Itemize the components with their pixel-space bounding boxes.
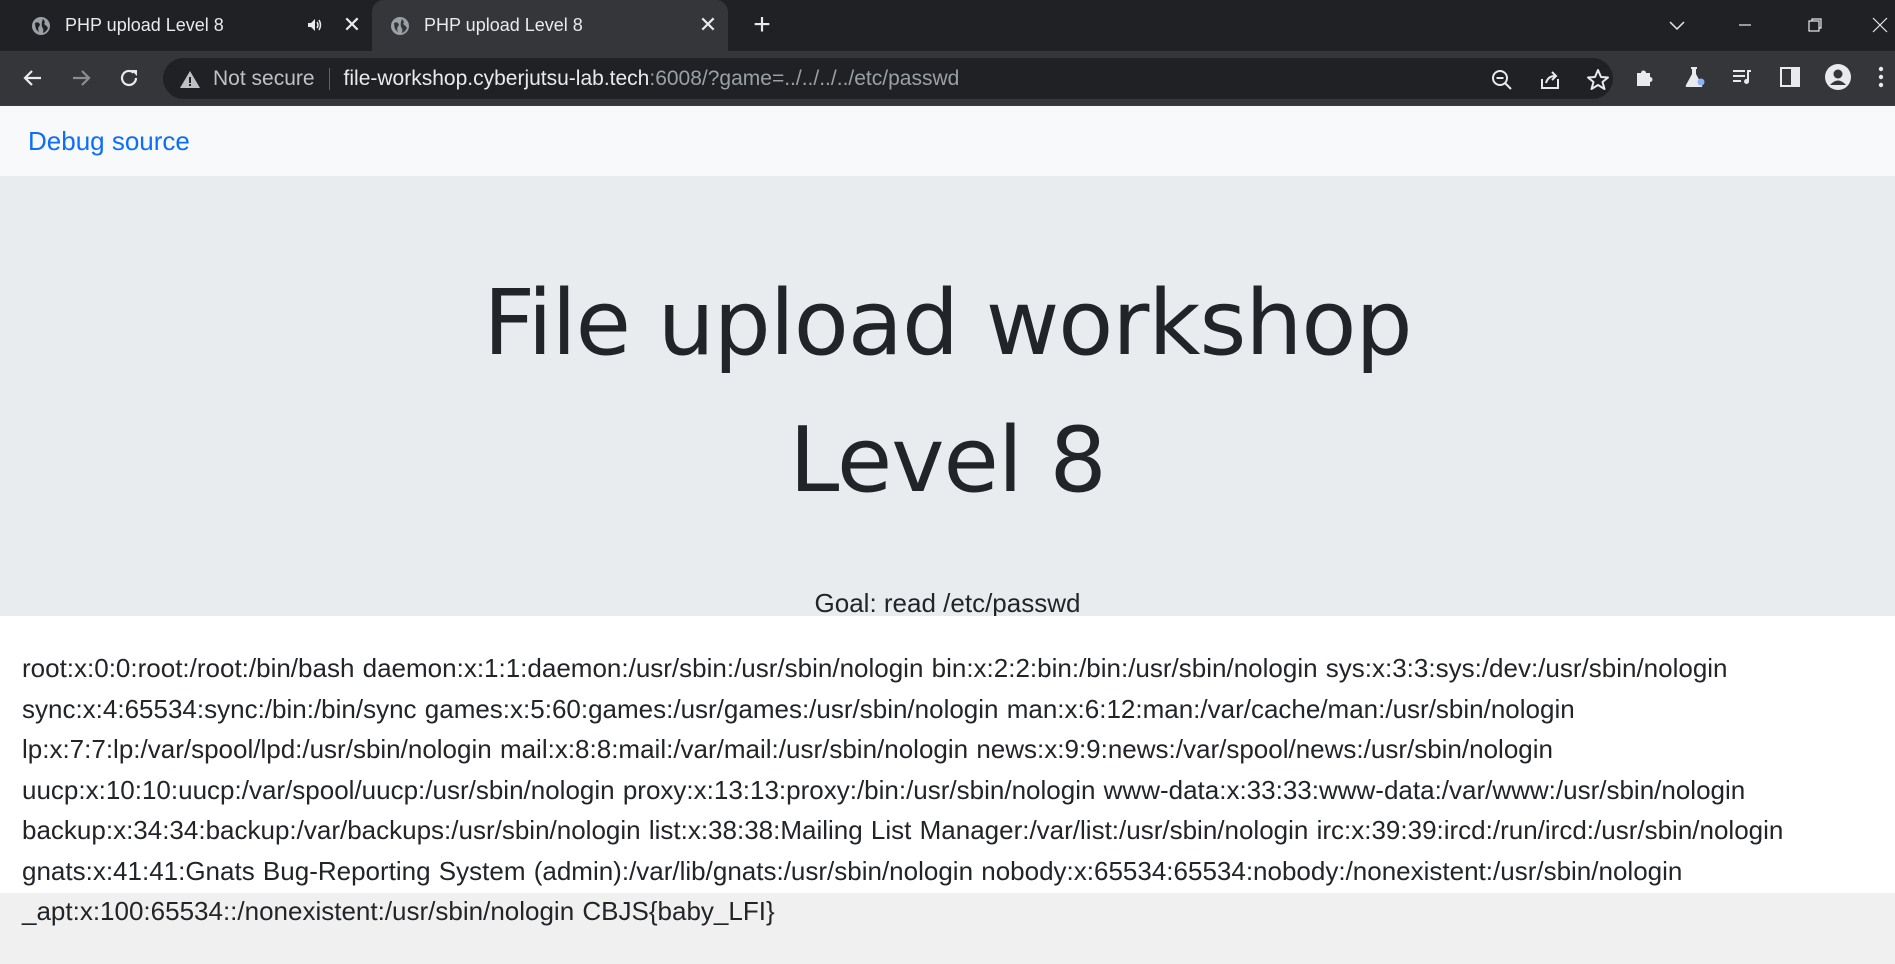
close-window-icon[interactable]	[1865, 10, 1895, 40]
side-panel-icon[interactable]	[1775, 62, 1805, 92]
page-content: Debug source File upload workshop Level …	[0, 106, 1895, 964]
file-output: root:x:0:0:root:/root:/bin/bash daemon:x…	[0, 616, 1895, 926]
page-title: File upload workshop	[483, 271, 1412, 376]
globe-icon	[32, 16, 50, 35]
level-title: Level 8	[789, 408, 1106, 513]
passwd-output-text: root:x:0:0:root:/root:/bin/bash daemon:x…	[22, 653, 1784, 926]
zoom-out-icon[interactable]	[1490, 68, 1514, 92]
url-host[interactable]: file-workshop.cyberjutsu-lab.tech	[344, 67, 650, 91]
navbar: Debug source	[0, 106, 1895, 176]
plus-icon[interactable]: +	[748, 10, 776, 40]
tab-title: PHP upload Level 8	[424, 15, 583, 35]
restore-icon[interactable]	[1800, 10, 1830, 40]
goal-text: Goal: read /etc/passwd	[814, 588, 1081, 618]
puzzle-icon[interactable]	[1630, 62, 1660, 92]
star-icon[interactable]	[1586, 68, 1610, 92]
warning-icon[interactable]	[179, 69, 201, 89]
speaker-icon[interactable]	[306, 16, 324, 34]
media-queue-icon[interactable]	[1727, 62, 1757, 92]
tab-title: PHP upload Level 8	[65, 15, 224, 35]
arrow-left-icon[interactable]	[18, 63, 48, 93]
kebab-menu-icon[interactable]	[1871, 62, 1891, 92]
minimize-icon[interactable]	[1730, 10, 1760, 40]
browser-toolbar: Not secure file-workshop.cyberjutsu-lab.…	[0, 51, 1895, 106]
debug-source-link[interactable]: Debug source	[28, 126, 190, 157]
arrow-right-icon[interactable]	[66, 63, 96, 93]
globe-icon	[391, 16, 409, 35]
tab-active[interactable]: PHP upload Level 8 ✕	[372, 0, 728, 51]
reload-icon[interactable]	[114, 63, 144, 93]
tab-inactive[interactable]: PHP upload Level 8 ✕	[0, 0, 372, 51]
address-bar[interactable]: Not secure file-workshop.cyberjutsu-lab.…	[163, 58, 1613, 99]
flask-icon[interactable]	[1679, 62, 1709, 92]
security-label[interactable]: Not secure	[213, 67, 315, 91]
close-icon[interactable]: ✕	[342, 12, 362, 37]
divider	[328, 67, 330, 90]
share-icon[interactable]	[1538, 68, 1562, 92]
hero-section: File upload workshop Level 8 Goal: read …	[0, 176, 1895, 618]
url-path[interactable]: :6008/?game=../../../../etc/passwd	[649, 67, 959, 91]
chevron-down-icon[interactable]	[1662, 10, 1692, 40]
profile-icon[interactable]	[1823, 62, 1853, 92]
tab-strip: PHP upload Level 8 ✕ PHP upload Level 8 …	[0, 0, 1895, 51]
close-icon[interactable]: ✕	[698, 12, 718, 37]
